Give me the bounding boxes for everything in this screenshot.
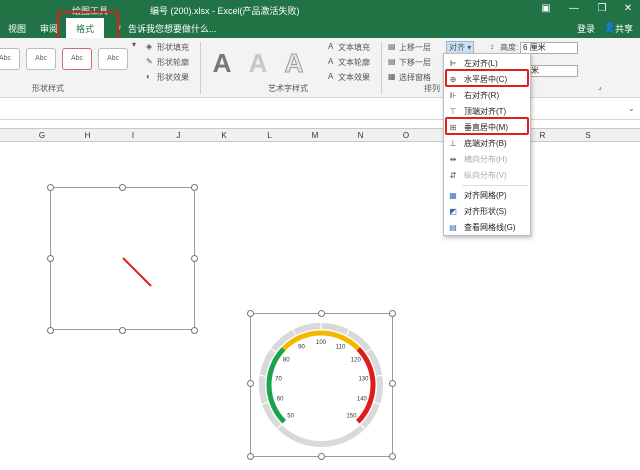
highlight-align-middle: [445, 117, 529, 135]
menu-item-label: 横向分布(H): [464, 155, 508, 164]
menu-item-label: 对齐形状(S): [464, 207, 507, 216]
align-left-icon: ⊫: [449, 59, 457, 68]
gauge-tick-label: 120: [351, 358, 362, 364]
resize-handle[interactable]: [119, 327, 126, 334]
menu-item-distribute-h: ⇹ 横向分布(H): [444, 152, 532, 168]
gauge-tick-label: 50: [287, 413, 294, 419]
menu-item-snap-shape[interactable]: ◩ 对齐形状(S): [444, 204, 532, 220]
resize-handle[interactable]: [389, 453, 396, 460]
menu-item-align-right[interactable]: ⊪ 右对齐(R): [444, 88, 532, 104]
resize-handle[interactable]: [389, 310, 396, 317]
resize-handle[interactable]: [47, 255, 54, 262]
resize-handle[interactable]: [318, 453, 325, 460]
distribute-v-icon: ⇵: [449, 171, 457, 180]
resize-handle[interactable]: [47, 327, 54, 334]
gauge-chart: 50 60 70 80 90 100 110 120 130 140 150: [259, 323, 383, 447]
gridlines-icon: ▤: [449, 223, 457, 232]
highlight-align-center: [445, 69, 529, 87]
align-right-icon: ⊪: [449, 91, 457, 100]
gauge-tick-label: 60: [277, 396, 284, 402]
red-line-shape: [122, 257, 152, 287]
resize-handle[interactable]: [247, 453, 254, 460]
menu-item-label: 对齐网格(P): [464, 191, 507, 200]
resize-handle[interactable]: [247, 380, 254, 387]
gauge-tick-label: 140: [357, 396, 368, 402]
resize-handle[interactable]: [318, 310, 325, 317]
resize-handle[interactable]: [47, 184, 54, 191]
resize-handle[interactable]: [119, 184, 126, 191]
gauge-tick-label: 80: [283, 358, 290, 364]
resize-handle[interactable]: [247, 310, 254, 317]
align-bottom-icon: ⊥: [449, 139, 457, 148]
align-top-icon: ⊤: [449, 107, 457, 116]
gauge-tick-label: 110: [336, 345, 346, 351]
resize-handle[interactable]: [389, 380, 396, 387]
gauge-tick-label: 70: [275, 376, 282, 382]
menu-item-label: 纵向分布(V): [464, 171, 507, 180]
resize-handle[interactable]: [191, 255, 198, 262]
menu-item-gridlines[interactable]: ▤ 查看网格线(G): [444, 220, 532, 236]
menu-item-label: 右对齐(R): [464, 91, 500, 100]
gauge-tick-label: 130: [358, 376, 369, 382]
gauge-tick-label: 90: [298, 345, 305, 351]
gauge-tick-label: 150: [346, 413, 357, 419]
menu-item-label: 查看网格线(G): [464, 223, 516, 232]
snap-grid-icon: ▦: [449, 191, 457, 200]
snap-shape-icon: ◩: [449, 207, 457, 216]
menu-item-snap-grid[interactable]: ▦ 对齐网格(P): [444, 188, 532, 204]
resize-handle[interactable]: [191, 327, 198, 334]
menu-item-distribute-v: ⇵ 纵向分布(V): [444, 168, 532, 184]
menu-item-label: 底端对齐(B): [464, 139, 507, 148]
distribute-h-icon: ⇹: [449, 155, 457, 164]
resize-handle[interactable]: [191, 184, 198, 191]
menu-item-align-bottom[interactable]: ⊥ 底端对齐(B): [444, 136, 532, 152]
gauge-tick-label: 100: [316, 340, 327, 346]
menu-separator: [462, 185, 528, 186]
